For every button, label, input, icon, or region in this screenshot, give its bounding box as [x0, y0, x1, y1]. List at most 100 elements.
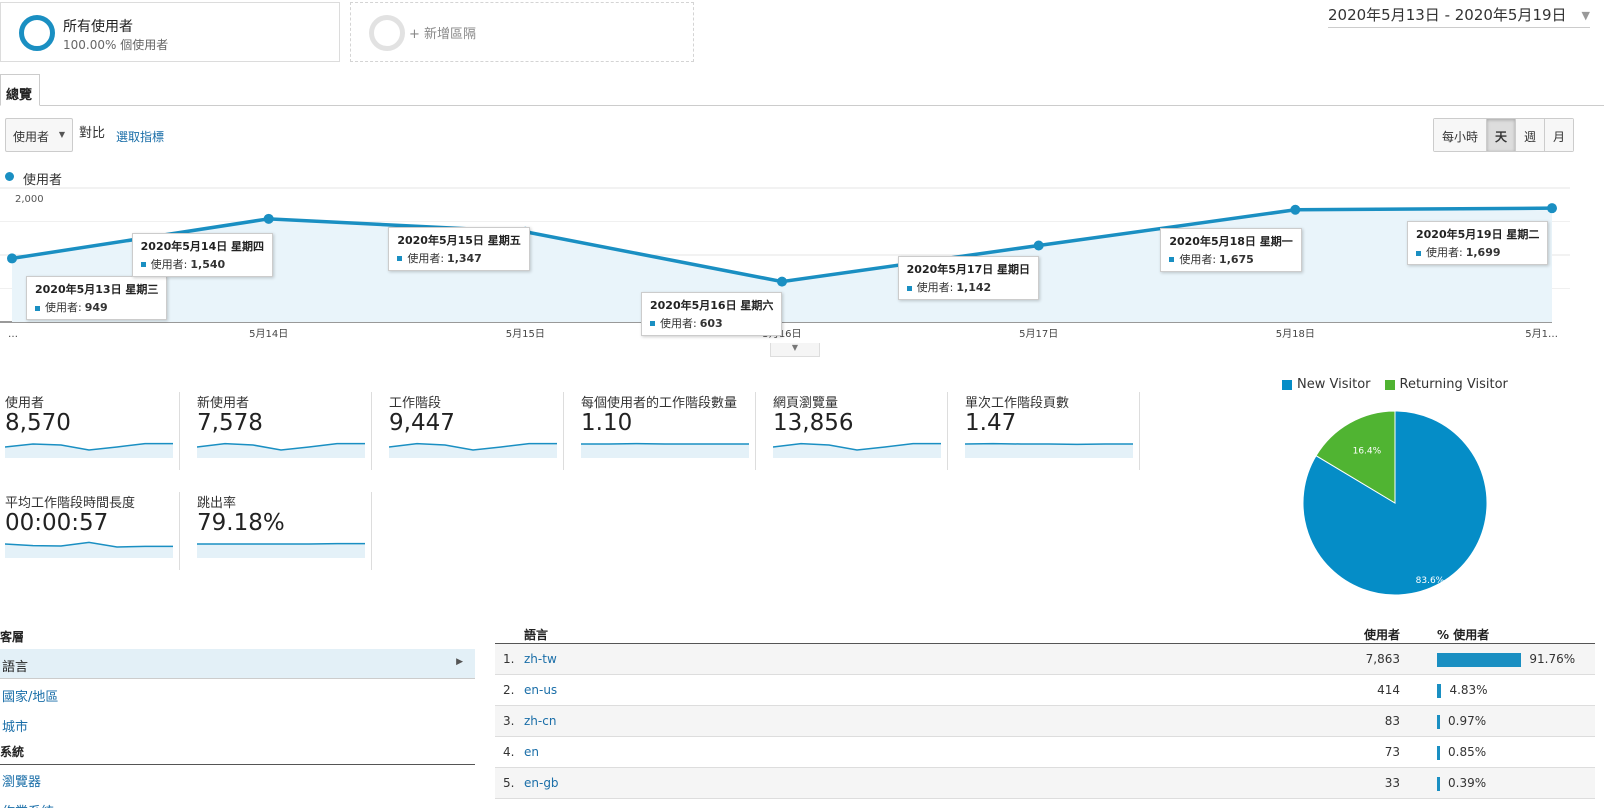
tooltip-metric-label: 使用者:: [45, 301, 82, 315]
table-body: 1. zh-tw 7,863 91.76% 2. en-us 414 4.83% 3. zh-cn…: [495, 644, 1595, 799]
scorecard-divider: [179, 492, 180, 570]
date-range-text: 2020年5月13日 - 2020年5月19日: [1328, 6, 1567, 24]
series-square-icon: [1416, 250, 1421, 256]
sidebar-section-header: 客層: [0, 628, 475, 650]
segment-circle-icon: [19, 15, 55, 51]
scorecard[interactable]: 跳出率 79.18%: [192, 492, 372, 570]
row-users-pct: 91.76%: [1529, 652, 1576, 666]
sparkline-area: [581, 443, 749, 458]
sidebar-item[interactable]: 國家/地區: [0, 679, 475, 709]
row-users-pct: 0.85%: [1448, 745, 1487, 759]
granularity-month-button[interactable]: 月: [1545, 119, 1574, 151]
pie-legend-label: New Visitor: [1297, 377, 1371, 392]
sparkline-area: [389, 443, 557, 458]
x-tick-label: 5月15日: [506, 328, 545, 340]
scorecard-divider: [371, 492, 372, 570]
scorecard-sparkline: [389, 442, 557, 458]
pie-legend: New Visitor Returning Visitor: [1282, 377, 1508, 392]
tab-overview[interactable]: 總覽: [0, 74, 40, 106]
scorecard[interactable]: 使用者 8,570: [0, 392, 180, 470]
sparkline-area: [197, 443, 365, 458]
column-header-users[interactable]: 使用者: [1364, 626, 1400, 643]
data-point[interactable]: [7, 253, 17, 264]
scorecard[interactable]: 平均工作階段時間長度 00:00:57: [0, 492, 180, 570]
scorecard-value: 79.18%: [197, 510, 285, 536]
sidebar-item[interactable]: 作業系統: [0, 794, 475, 808]
x-tick-label: 5月17日: [1019, 328, 1058, 340]
data-point[interactable]: [1290, 204, 1301, 215]
data-point[interactable]: [1033, 240, 1044, 251]
scorecard-value: 1.47: [965, 410, 1017, 436]
share-bar: [1437, 715, 1440, 729]
granularity-week-button[interactable]: 週: [1516, 119, 1546, 151]
granularity-hourly-button[interactable]: 每小時: [1434, 119, 1488, 151]
scorecard-label: 跳出率: [197, 496, 237, 511]
column-header-users-pct[interactable]: % 使用者: [1437, 626, 1489, 643]
row-index: 2.: [503, 683, 515, 697]
compare-label: 對比: [79, 126, 106, 141]
tooltip-value: 949: [84, 301, 108, 315]
data-point[interactable]: [777, 276, 787, 287]
language-table: 語言 使用者 % 使用者 1. zh-tw 7,863 91.76% 2. en-us 41…: [495, 622, 1595, 799]
tooltip-value: 603: [699, 316, 723, 330]
tooltip-date: 2020年5月15日 星期五: [397, 233, 521, 247]
series-square-icon: [1169, 257, 1175, 263]
series-square-icon: [650, 321, 655, 327]
sidebar-item[interactable]: 瀏覽器: [0, 764, 475, 794]
scorecard-sparkline: [581, 442, 749, 458]
language-link[interactable]: zh-tw: [524, 652, 557, 666]
row-users: 414: [1377, 683, 1400, 697]
row-users: 7,863: [1365, 652, 1400, 666]
language-link[interactable]: en-us: [524, 683, 557, 697]
scorecard-label: 平均工作階段時間長度: [5, 496, 136, 511]
metric-dropdown[interactable]: 使用者 ▼: [5, 118, 73, 152]
scorecard[interactable]: 單次工作階段頁數 1.47: [960, 392, 1140, 470]
tooltip-metric-label: 使用者:: [1426, 246, 1463, 260]
scorecard[interactable]: 網頁瀏覽量 13,856: [768, 392, 948, 470]
tooltip-value: 1,540: [190, 257, 226, 271]
row-users-pct: 4.83%: [1449, 683, 1488, 697]
data-point[interactable]: [263, 213, 274, 224]
chevron-down-icon: ▼: [1581, 9, 1590, 22]
scorecard[interactable]: 工作階段 9,447: [384, 392, 564, 470]
column-header-language[interactable]: 語言: [524, 626, 548, 643]
segment-subtitle: 100.00% 個使用者: [63, 38, 169, 52]
sidebar-item[interactable]: 語言 ▶: [0, 649, 475, 679]
caret-down-icon: ▼: [58, 130, 65, 139]
row-index: 1.: [503, 652, 515, 666]
select-metric-link[interactable]: 選取指標: [116, 128, 164, 145]
scorecard-sparkline: [965, 442, 1133, 458]
sidebar-item[interactable]: 城市: [0, 709, 475, 739]
data-point[interactable]: [1547, 203, 1557, 214]
pie-legend-new-visitor[interactable]: New Visitor: [1282, 377, 1371, 392]
scorecard-value: 1.10: [581, 410, 633, 436]
language-link[interactable]: en-gb: [524, 776, 559, 790]
scorecard[interactable]: 每個使用者的工作階段數量 1.10: [576, 392, 756, 470]
tooltip-date: 2020年5月14日 星期四: [140, 239, 265, 253]
segment-all-users[interactable]: 所有使用者 100.00% 個使用者: [0, 2, 340, 62]
series-square-icon: [140, 262, 146, 268]
granularity-toggle: 每小時 天 週 月: [1433, 118, 1575, 152]
table-row: 3. zh-cn 83 0.97%: [495, 706, 1595, 737]
scorecard[interactable]: 新使用者 7,578: [192, 392, 372, 470]
x-tick-label: 5月14日: [249, 328, 288, 340]
series-square-icon: [397, 256, 403, 262]
scorecard-value: 00:00:57: [5, 510, 109, 536]
add-segment-button[interactable]: + 新增區隔: [350, 2, 694, 62]
granularity-day-button[interactable]: 天: [1487, 119, 1517, 151]
pie-legend-returning-visitor[interactable]: Returning Visitor: [1384, 377, 1508, 392]
language-link[interactable]: zh-cn: [524, 714, 556, 728]
date-range-picker[interactable]: 2020年5月13日 - 2020年5月19日 ▼: [1328, 4, 1590, 28]
scorecard-label: 使用者: [5, 396, 45, 411]
tooltip-date: 2020年5月16日 星期六: [650, 298, 774, 312]
add-segment-label: + 新增區隔: [409, 27, 477, 42]
tooltip-date: 2020年5月18日 星期一: [1169, 234, 1293, 248]
x-tick-label: 5月1…: [1525, 328, 1558, 340]
tooltip-metric-label: 使用者:: [660, 316, 697, 330]
language-link[interactable]: en: [524, 745, 539, 759]
tooltip-value-row: 使用者: 1,142: [906, 279, 1030, 295]
share-bar: [1437, 653, 1522, 667]
pie-slice-label: 16.4%: [1353, 446, 1382, 456]
chart-collapse-toggle[interactable]: ▼: [770, 343, 820, 357]
data-point-tooltip: 2020年5月14日 星期四 使用者: 1,540: [131, 232, 274, 277]
